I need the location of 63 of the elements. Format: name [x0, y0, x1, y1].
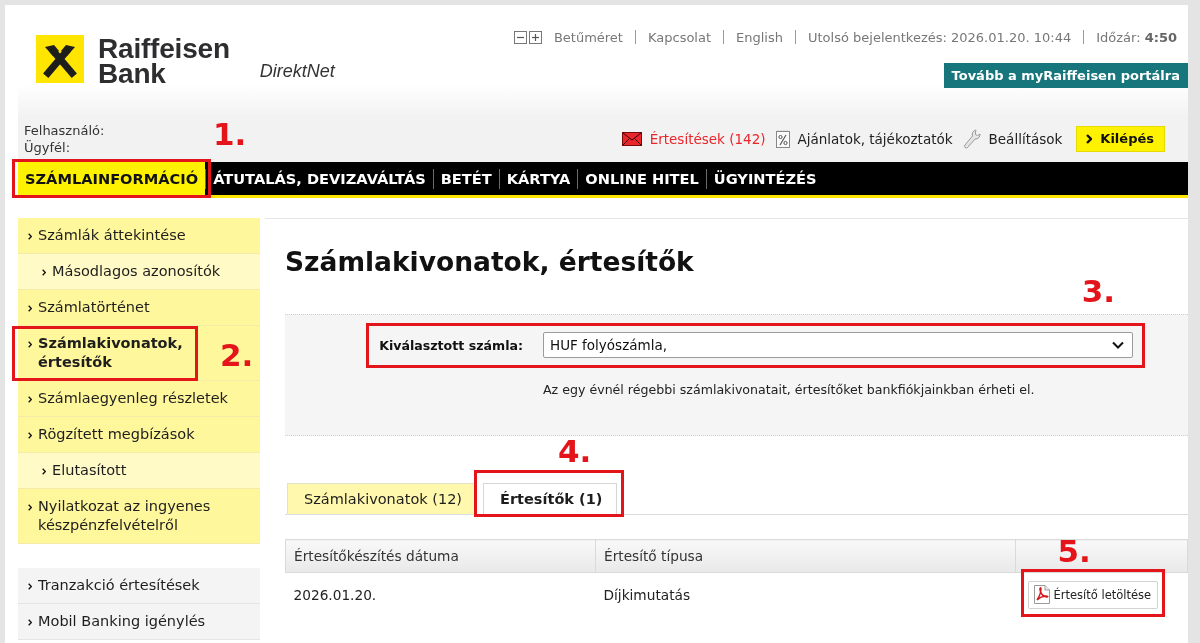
notifications-link[interactable]: Értesítések (142): [621, 130, 766, 147]
chevron-right-icon: [28, 619, 32, 626]
sidebar-item[interactable]: Elutasított: [18, 453, 260, 489]
product-name: DirektNet: [259, 61, 335, 82]
nav-tab[interactable]: ÁTUTALÁS, DEVIZAVÁLTÁS: [206, 162, 433, 195]
session-timer-text: Időzár: 4:50: [1096, 29, 1177, 45]
last-login-text: Utolsó bejelentkezés: 2026.01.20. 10:44: [808, 29, 1072, 45]
sidebar-item[interactable]: Számlaegyenleg részletek: [18, 381, 260, 417]
settings-link[interactable]: Beállítások: [962, 128, 1063, 149]
nav-tab[interactable]: BETÉT: [433, 162, 499, 195]
envelope-icon: [621, 131, 642, 146]
date-cell: 2026.01.20.: [285, 572, 596, 617]
portal-button[interactable]: Tovább a myRaiffeisen portálra: [943, 63, 1188, 88]
column-header: Értesítő típusa: [595, 539, 1016, 573]
logout-button[interactable]: Kilépés: [1076, 125, 1165, 152]
percent-document-icon: [775, 129, 790, 148]
step-number: 4.: [558, 436, 592, 467]
chevron-right-icon: [28, 583, 32, 590]
nav-tab[interactable]: ONLINE HITEL: [578, 162, 706, 195]
chevron-right-icon: [28, 233, 32, 240]
sidebar-item[interactable]: Számlák áttekintése: [18, 218, 260, 254]
header-link[interactable]: English: [736, 29, 783, 45]
sidebar-item[interactable]: Másodlagos azonosítók: [18, 254, 260, 290]
field-label: Kiválasztott számla:: [379, 337, 523, 353]
minus-box-icon[interactable]: [513, 30, 527, 44]
chevron-right-icon: [28, 504, 32, 511]
chevron-right-icon: [1086, 133, 1093, 144]
font-size-label: Betűméret: [553, 29, 623, 45]
account-select[interactable]: HUF folyószámla,: [543, 332, 1133, 358]
step-number: 1.: [213, 119, 247, 150]
chevron-right-icon: [42, 269, 46, 276]
sidebar-item[interactable]: Rögzített megbízások: [18, 417, 260, 453]
sidebar-item[interactable]: Számlatörténet: [18, 290, 260, 326]
tab[interactable]: Értesítők (1): [483, 483, 618, 515]
logo-icon: [36, 35, 84, 83]
chevron-down-icon: [1112, 341, 1124, 349]
client-label: Ügyfél:: [24, 138, 72, 156]
sidebar-item[interactable]: Nyilatkozat az ingyenes készpénzfelvételről: [18, 489, 260, 544]
download-button[interactable]: Értesítő letöltése: [1027, 580, 1159, 609]
info-note: Az egy évnél régebbi számlakivonatait, értesítőket bankfiókjainkban érheti el.: [543, 381, 1036, 398]
page-title: Számlakivonatok, értesítők: [285, 246, 695, 278]
wrench-icon: [962, 128, 981, 149]
user-label: Felhasználó:: [24, 121, 105, 139]
nav-tab[interactable]: SZÁMLAINFORMÁCIÓ: [18, 162, 206, 195]
step-number: 2.: [220, 340, 254, 371]
pdf-file-icon: [1033, 585, 1050, 605]
step-number: 5.: [1057, 535, 1091, 567]
chevron-right-icon: [28, 341, 32, 348]
sidebar-item[interactable]: Tranzakció értesítések: [18, 568, 260, 604]
plus-box-icon[interactable]: [528, 30, 542, 44]
nav-tab[interactable]: KÁRTYA: [499, 162, 578, 195]
type-cell: Díjkimutatás: [595, 572, 1016, 617]
column-header: Értesítőkészítés dátuma: [285, 539, 596, 573]
chevron-right-icon: [28, 432, 32, 439]
step-number: 3.: [1081, 276, 1115, 307]
chevron-right-icon: [42, 468, 46, 475]
header-link[interactable]: Kapcsolat: [647, 29, 712, 45]
sidebar-item[interactable]: Mobil Banking igénylés: [18, 604, 260, 640]
chevron-right-icon: [28, 305, 32, 312]
offers-link[interactable]: Ajánlatok, tájékoztatók: [775, 129, 953, 148]
nav-tab[interactable]: ÜGYINTÉZÉS: [706, 162, 824, 195]
brand-name: Raiffeisen Bank: [98, 36, 230, 86]
chevron-right-icon: [28, 396, 32, 403]
